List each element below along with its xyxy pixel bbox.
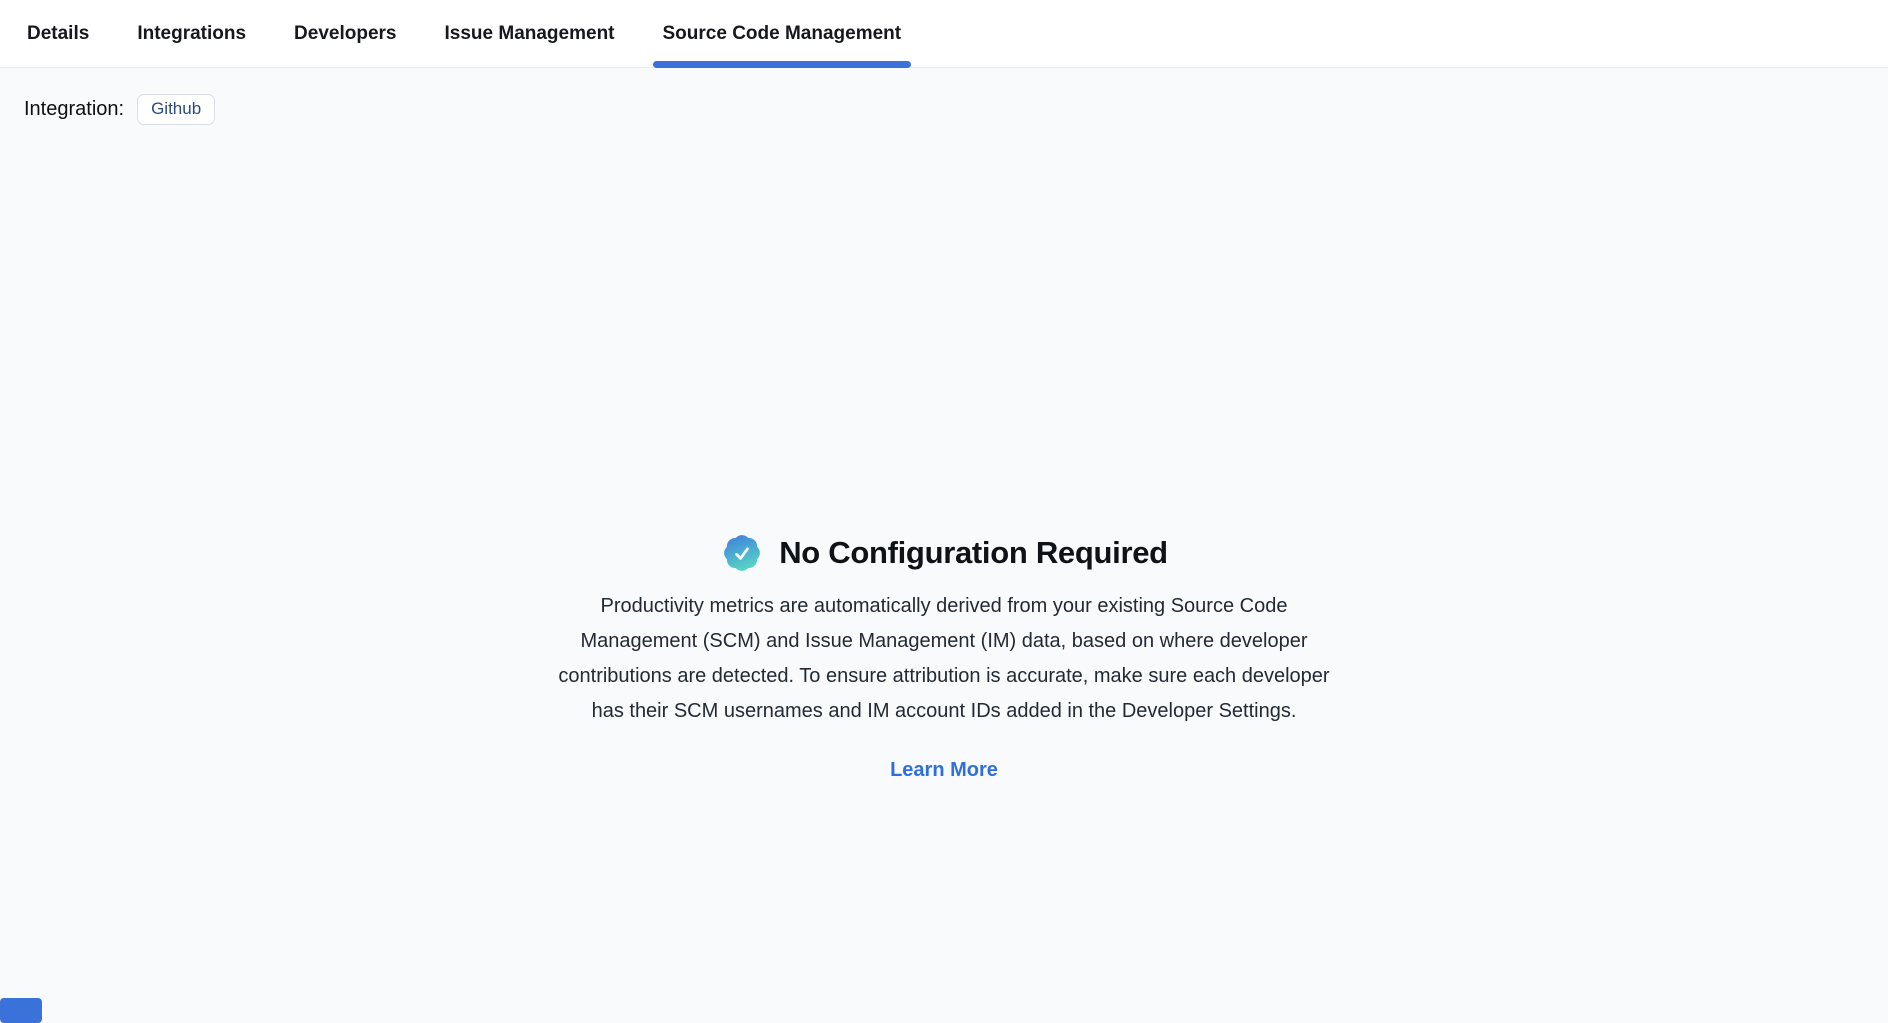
tab-developers[interactable]: Developers: [284, 0, 406, 67]
badge-check-icon: [720, 531, 764, 575]
tab-details[interactable]: Details: [17, 0, 99, 67]
horizontal-scrollbar-thumb[interactable]: [0, 998, 42, 1023]
active-tab-indicator: [653, 61, 912, 68]
empty-state-title-row: No Configuration Required: [534, 531, 1354, 575]
tab-label: Details: [27, 23, 89, 45]
tab-integrations[interactable]: Integrations: [127, 0, 256, 67]
empty-state-title: No Configuration Required: [779, 535, 1168, 571]
integration-github-chip[interactable]: Github: [137, 94, 215, 125]
no-configuration-empty-state: No Configuration Required Productivity m…: [534, 531, 1354, 782]
tab-label: Developers: [294, 23, 396, 45]
tab-source-code-management[interactable]: Source Code Management: [653, 0, 912, 67]
integration-label: Integration:: [24, 98, 124, 121]
tab-label: Source Code Management: [663, 23, 902, 45]
learn-more-link[interactable]: Learn More: [890, 759, 998, 782]
main-content: Integration: Github No Configuration Req…: [0, 68, 1888, 1023]
tab-label: Integrations: [137, 23, 246, 45]
tab-bar: Details Integrations Developers Issue Ma…: [0, 0, 1888, 68]
tab-issue-management[interactable]: Issue Management: [435, 0, 625, 67]
tab-label: Issue Management: [445, 23, 615, 45]
integration-row: Integration: Github: [0, 68, 1888, 125]
empty-state-description: Productivity metrics are automatically d…: [549, 589, 1339, 729]
